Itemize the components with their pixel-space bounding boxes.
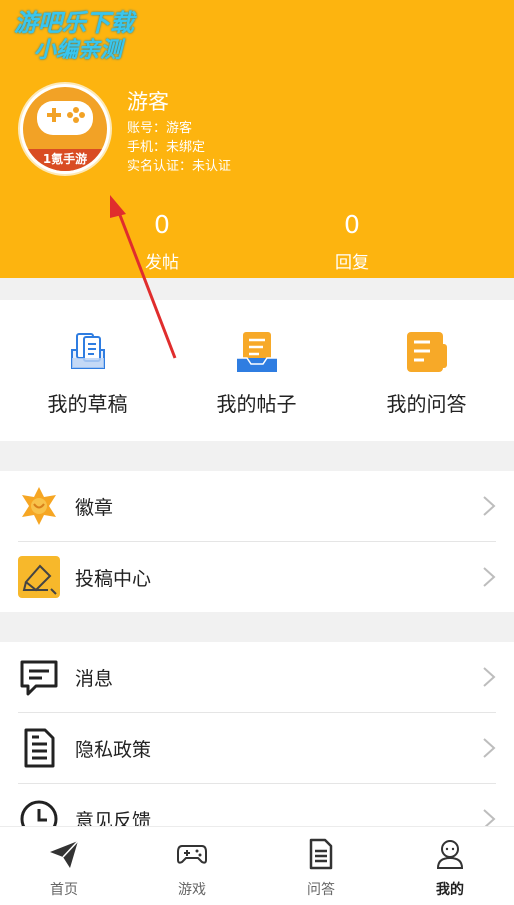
tab-mine-label: 我的 (436, 882, 464, 898)
chevron-right-icon (483, 667, 496, 687)
my-posts-label: 我的帖子 (216, 392, 297, 416)
posts-count[interactable]: 0 (122, 210, 202, 239)
tab-games-label: 游戏 (178, 882, 206, 898)
tab-home-label: 首页 (50, 882, 78, 898)
menu-item-badges-label: 徽章 (75, 497, 114, 519)
gamepad-icon (177, 845, 207, 864)
user-name: 游客 (127, 90, 169, 114)
tab-mine[interactable]: 我的 (386, 827, 514, 905)
message-icon (20, 660, 58, 696)
menu-group-2: 消息 隐私政策 意见反馈 (0, 642, 514, 826)
feedback-clock-icon (20, 800, 58, 826)
chevron-right-icon (483, 567, 496, 587)
badge-icon (22, 487, 56, 525)
tab-qa[interactable]: 问答 (257, 827, 385, 905)
menu-item-privacy-policy[interactable]: 隐私政策 (18, 713, 496, 783)
chevron-right-icon (483, 738, 496, 758)
posts-count-label[interactable]: 发帖 (122, 248, 202, 273)
drafts-icon (70, 333, 105, 369)
paper-plane-icon (50, 840, 79, 868)
phone-info: 手机：未绑定 (127, 140, 206, 155)
chevron-right-icon (483, 809, 496, 826)
avatar-badge: 1氪手游 (23, 149, 107, 171)
menu-group-1: 徽章 投稿中心 (0, 471, 514, 612)
qa-icon (406, 332, 447, 372)
menu-item-messages-label: 消息 (75, 668, 114, 690)
submission-icon (18, 556, 60, 598)
my-drafts-label: 我的草稿 (47, 392, 128, 416)
watermark-logo: 游吧乐下载 小编亲测 (14, 10, 134, 64)
tab-games[interactable]: 游戏 (128, 827, 256, 905)
gamepad-avatar-icon (37, 101, 93, 135)
watermark-line2: 小编亲测 (33, 38, 122, 63)
menu-item-privacy-policy-label: 隐私政策 (75, 739, 152, 761)
user-icon (436, 840, 464, 869)
account-info: 账号：游客 (127, 121, 193, 136)
avatar[interactable]: 1氪手游 (20, 84, 110, 174)
privacy-document-icon (24, 728, 55, 768)
posts-icon (236, 332, 277, 372)
menu-item-feedback-label: 意见反馈 (75, 810, 152, 826)
bottom-tab-bar: 首页 游戏 问答 我的 (0, 826, 514, 905)
replies-count[interactable]: 0 (312, 210, 392, 239)
realname-info: 实名认证：未认证 (127, 159, 232, 174)
tab-home[interactable]: 首页 (0, 827, 128, 905)
document-icon (309, 838, 333, 870)
profile-header: 游吧乐下载 小编亲测 1氪手游 游客 账号：游客 手机：未绑定 实名认证：未认证… (0, 0, 514, 278)
my-qa-label: 我的问答 (386, 392, 467, 416)
menu-item-messages[interactable]: 消息 (18, 642, 496, 712)
chevron-right-icon (483, 496, 496, 516)
menu-item-submission-center-label: 投稿中心 (75, 568, 152, 590)
replies-count-label[interactable]: 回复 (312, 248, 392, 273)
shortcuts-card: 我的草稿 我的帖子 我的问答 (0, 300, 514, 441)
watermark-line1: 游吧乐下载 (14, 9, 134, 37)
menu-item-submission-center[interactable]: 投稿中心 (18, 542, 496, 612)
menu-item-feedback[interactable]: 意见反馈 (18, 784, 496, 826)
menu-item-badges[interactable]: 徽章 (18, 471, 496, 541)
tab-qa-label: 问答 (307, 882, 335, 898)
